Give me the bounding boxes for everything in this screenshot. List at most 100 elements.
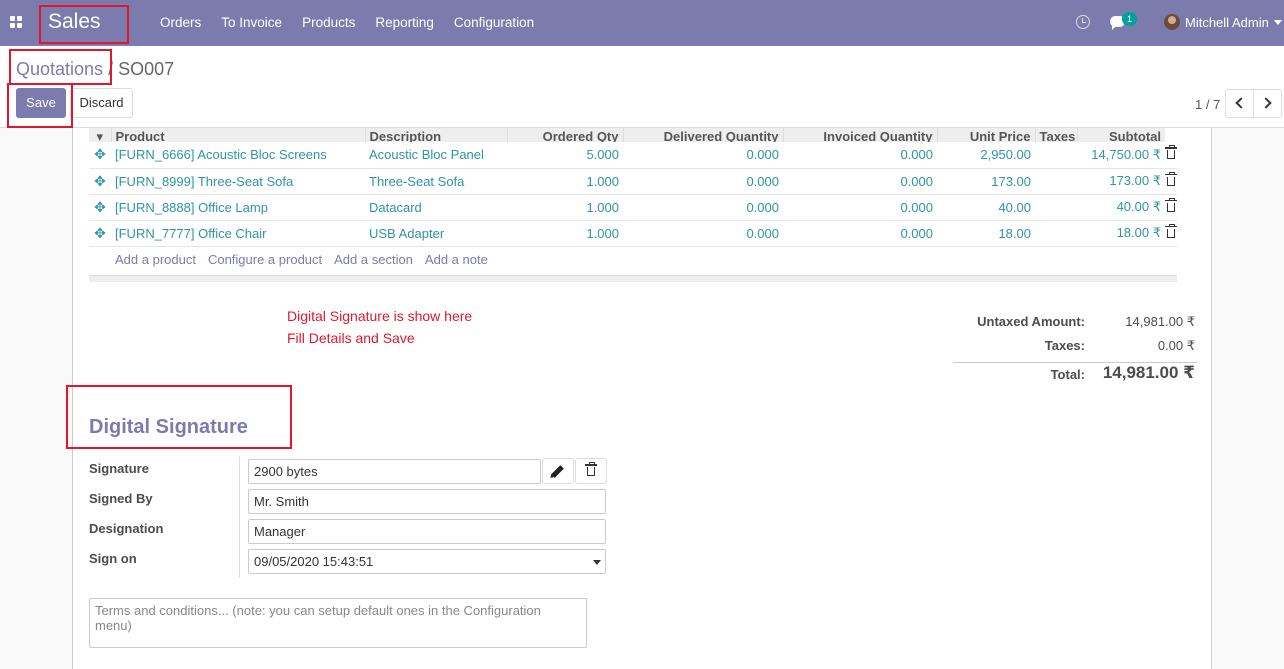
- cell-product[interactable]: [FURN_6666] Acoustic Bloc Screens: [111, 142, 365, 169]
- main-menu: Orders To Invoice Products Reporting Con…: [150, 0, 544, 46]
- apps-menu-icon[interactable]: [10, 16, 22, 28]
- cell-invoiced-qty[interactable]: 0.000: [783, 142, 937, 169]
- cell-description[interactable]: Datacard: [365, 194, 507, 221]
- cell-taxes[interactable]: [1035, 220, 1077, 247]
- trash-icon: [585, 462, 597, 476]
- drag-handle-icon[interactable]: ✥: [89, 168, 111, 195]
- cell-ordered-qty[interactable]: 1.000: [507, 168, 623, 195]
- trash-icon: [1165, 223, 1177, 238]
- table-row[interactable]: ✥ [FURN_7777] Office Chair USB Adapter 1…: [89, 220, 1177, 247]
- cell-delivered-qty[interactable]: 0.000: [623, 168, 783, 195]
- cell-delivered-qty[interactable]: 0.000: [623, 194, 783, 221]
- column-header-ordered-qty[interactable]: Ordered Qty: [506, 128, 623, 142]
- cell-unit-price[interactable]: 18.00: [937, 220, 1035, 247]
- configure-product-link[interactable]: Configure a product: [208, 252, 322, 267]
- caret-down-icon[interactable]: [593, 560, 601, 565]
- cell-subtotal: 173.00 ₹: [1077, 168, 1165, 195]
- sign-on-field[interactable]: 09/05/2020 15:43:51: [248, 549, 606, 574]
- table-row[interactable]: ✥ [FURN_8888] Office Lamp Datacard 1.000…: [89, 194, 1177, 221]
- trash-icon: [1165, 197, 1177, 212]
- cell-taxes[interactable]: [1035, 168, 1077, 195]
- cell-ordered-qty[interactable]: 5.000: [507, 142, 623, 169]
- column-header-subtotal[interactable]: Subtotal: [1076, 128, 1165, 142]
- save-button[interactable]: Save: [16, 88, 66, 118]
- drag-handle-icon[interactable]: ✥: [89, 194, 111, 221]
- annotation-note-line-1: Digital Signature is show here: [287, 308, 473, 324]
- order-totals: Untaxed Amount: 14,981.00 ₹ Taxes: 0.00 …: [953, 312, 1197, 387]
- delete-line-button[interactable]: [1165, 142, 1177, 169]
- designation-field[interactable]: Manager: [248, 519, 606, 544]
- cell-invoiced-qty[interactable]: 0.000: [783, 220, 937, 247]
- cell-taxes[interactable]: [1035, 142, 1077, 169]
- designation-label: Designation: [89, 521, 164, 536]
- form-divider: [239, 456, 240, 578]
- menu-products[interactable]: Products: [292, 0, 365, 46]
- delete-line-button[interactable]: [1165, 220, 1177, 247]
- column-header-unit-price[interactable]: Unit Price: [936, 128, 1035, 142]
- column-header-product[interactable]: Product: [110, 128, 365, 142]
- breadcrumb-quotations[interactable]: Quotations: [16, 59, 103, 79]
- menu-to-invoice[interactable]: To Invoice: [211, 0, 292, 46]
- annotation-note-line-2: Fill Details and Save: [287, 330, 415, 346]
- drag-handle-icon[interactable]: ✥: [89, 142, 111, 169]
- cell-unit-price[interactable]: 2,950.00: [937, 142, 1035, 169]
- table-row[interactable]: ✥ [FURN_8999] Three-Seat Sofa Three-Seat…: [89, 168, 1177, 195]
- column-header-description[interactable]: Description: [364, 128, 507, 142]
- digital-signature-title: Digital Signature: [89, 416, 248, 438]
- cell-unit-price[interactable]: 173.00: [937, 168, 1035, 195]
- drag-handle-icon[interactable]: ✥: [89, 220, 111, 247]
- sign-on-label: Sign on: [89, 551, 137, 566]
- cell-product[interactable]: [FURN_7777] Office Chair: [111, 220, 365, 247]
- trash-icon: [1165, 145, 1177, 160]
- trash-icon: [1165, 171, 1177, 186]
- sort-caret-header[interactable]: ▾: [89, 128, 111, 142]
- table-row[interactable]: ✥ [FURN_6666] Acoustic Bloc Screens Acou…: [89, 142, 1177, 169]
- clear-signature-button[interactable]: [575, 458, 607, 484]
- cell-subtotal: 18.00 ₹: [1077, 220, 1165, 247]
- untaxed-amount-row: Untaxed Amount: 14,981.00 ₹: [953, 312, 1197, 336]
- cell-delivered-qty[interactable]: 0.000: [623, 220, 783, 247]
- cell-ordered-qty[interactable]: 1.000: [507, 194, 623, 221]
- cell-description[interactable]: Three-Seat Sofa: [365, 168, 507, 195]
- taxes-row: Taxes: 0.00 ₹: [953, 336, 1197, 360]
- cell-unit-price[interactable]: 40.00: [937, 194, 1035, 221]
- add-section-link[interactable]: Add a section: [334, 252, 413, 267]
- activity-clock-icon[interactable]: [1076, 15, 1090, 29]
- cell-taxes[interactable]: [1035, 194, 1077, 221]
- add-product-link[interactable]: Add a product: [115, 252, 196, 267]
- cell-product[interactable]: [FURN_8999] Three-Seat Sofa: [111, 168, 365, 195]
- menu-orders[interactable]: Orders: [150, 0, 211, 46]
- column-header-delivered-qty[interactable]: Delivered Quantity: [622, 128, 783, 142]
- caret-down-icon[interactable]: [1274, 20, 1282, 25]
- delete-line-button[interactable]: [1165, 194, 1177, 221]
- pencil-icon: [551, 465, 564, 478]
- pager-value[interactable]: 1 / 7: [1195, 97, 1220, 112]
- menu-configuration[interactable]: Configuration: [444, 0, 544, 46]
- pager-previous-button[interactable]: [1225, 89, 1254, 118]
- add-note-link[interactable]: Add a note: [425, 252, 488, 267]
- delete-line-button[interactable]: [1165, 168, 1177, 195]
- signed-by-field[interactable]: Mr. Smith: [248, 489, 606, 514]
- signature-field[interactable]: 2900 bytes: [248, 459, 541, 484]
- menu-reporting[interactable]: Reporting: [365, 0, 444, 46]
- column-header-taxes[interactable]: Taxes: [1034, 128, 1077, 142]
- app-brand[interactable]: Sales: [48, 10, 101, 34]
- sign-on-value: 09/05/2020 15:43:51: [254, 554, 374, 569]
- discard-button[interactable]: Discard: [70, 88, 133, 118]
- cell-invoiced-qty[interactable]: 0.000: [783, 194, 937, 221]
- column-header-invoiced-qty[interactable]: Invoiced Quantity: [782, 128, 937, 142]
- control-panel: Quotations / SO007 Save Discard 1 / 7: [0, 46, 1284, 128]
- edit-signature-button[interactable]: [542, 458, 574, 484]
- total-value: 14,981.00 ₹: [1102, 363, 1195, 382]
- cell-description[interactable]: Acoustic Bloc Panel: [365, 142, 507, 169]
- pager-next-button[interactable]: [1253, 89, 1282, 118]
- cell-delivered-qty[interactable]: 0.000: [623, 142, 783, 169]
- cell-invoiced-qty[interactable]: 0.000: [783, 168, 937, 195]
- user-avatar[interactable]: [1164, 14, 1180, 30]
- user-menu[interactable]: Mitchell Admin: [1185, 15, 1269, 30]
- cell-subtotal: 14,750.00 ₹: [1077, 142, 1165, 169]
- cell-ordered-qty[interactable]: 1.000: [507, 220, 623, 247]
- cell-description[interactable]: USB Adapter: [365, 220, 507, 247]
- cell-product[interactable]: [FURN_8888] Office Lamp: [111, 194, 365, 221]
- terms-and-conditions-field[interactable]: [89, 598, 587, 648]
